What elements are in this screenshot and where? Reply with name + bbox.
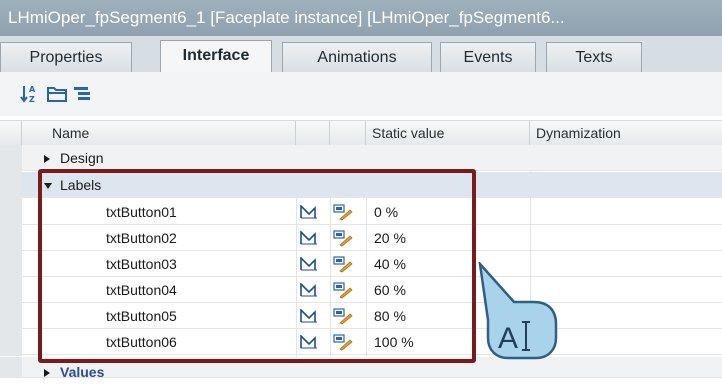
edit-text-list-icon[interactable] [332,281,354,299]
row-gutter [0,145,22,173]
dynamization-graph-icon[interactable] [300,257,318,271]
row-name: txtButton04 [106,282,177,298]
folder-icon[interactable] [46,84,68,104]
edit-text-list-icon[interactable] [332,307,354,325]
row-static-value[interactable]: 100 % [374,329,414,355]
list-tree-icon[interactable] [72,84,94,104]
tab-bar: Properties Interface Animations Events T… [0,36,722,72]
sort-az-icon[interactable]: A Z [20,84,42,104]
table-row[interactable]: txtButton01 0 % [22,199,722,225]
tab-events[interactable]: Events [440,42,536,72]
interface-table: Name Static value Dynamization Design La… [0,116,722,380]
dynamization-graph-icon[interactable] [300,309,318,323]
expand-arrow-icon[interactable] [44,145,50,171]
row-gutter [0,277,22,305]
row-gutter [0,225,22,253]
tab-properties[interactable]: Properties [0,42,132,72]
row-gutter [0,172,22,200]
row-gutter [0,329,22,357]
row-gutter [0,251,22,279]
group-label: Labels [60,177,102,193]
svg-text:A: A [29,85,36,94]
group-row-values[interactable]: Values [22,357,722,380]
column-static-value[interactable]: Static value [366,121,530,145]
row-name: txtButton03 [106,256,177,272]
row-gutter [0,303,22,331]
edit-text-list-icon[interactable] [332,203,354,221]
row-static-value[interactable]: 0 % [374,199,398,225]
row-static-value[interactable]: 60 % [374,277,406,303]
group-row-design[interactable]: Design [22,145,722,171]
edit-text-list-icon[interactable] [332,333,354,351]
row-name: txtButton05 [106,308,177,324]
row-name: txtButton01 [106,204,177,220]
expand-arrow-icon[interactable] [44,357,50,383]
row-gutter [0,357,22,379]
window-title: LHmiOper_fpSegment6_1 [Faceplate instanc… [0,0,722,36]
table-row[interactable]: txtButton06 100 % [22,329,722,355]
collapse-arrow-icon[interactable] [44,172,52,198]
header-gutter [0,121,22,145]
group-label: Design [60,150,104,166]
dynamization-graph-icon[interactable] [300,283,318,297]
column-dynamization[interactable]: Dynamization [530,121,722,145]
row-name: txtButton06 [106,334,177,350]
tab-texts[interactable]: Texts [546,42,642,72]
edit-text-list-icon[interactable] [332,255,354,273]
row-name: txtButton02 [106,230,177,246]
dynamization-graph-icon[interactable] [300,205,318,219]
row-static-value[interactable]: 80 % [374,303,406,329]
toolbar: A Z [0,72,722,117]
row-gutter [0,199,22,227]
tab-interface[interactable]: Interface [160,40,272,72]
column-name[interactable]: Name [46,121,296,145]
row-static-value[interactable]: 40 % [374,251,406,277]
table-header: Name Static value Dynamization [0,120,722,146]
dynamization-graph-icon[interactable] [300,335,318,349]
group-label: Values [60,364,105,380]
table-row[interactable]: txtButton02 20 % [22,225,722,251]
dynamization-graph-icon[interactable] [300,231,318,245]
table-row[interactable]: txtButton05 80 % [22,303,722,329]
svg-text:Z: Z [29,95,35,104]
edit-text-list-icon[interactable] [332,229,354,247]
table-row[interactable]: txtButton03 40 % [22,251,722,277]
column-spacer-1 [296,121,330,145]
table-row[interactable]: txtButton04 60 % [22,277,722,303]
group-row-labels[interactable]: Labels [22,172,722,198]
row-static-value[interactable]: 20 % [374,225,406,251]
column-spacer-2 [330,121,366,145]
tab-animations[interactable]: Animations [282,42,432,72]
